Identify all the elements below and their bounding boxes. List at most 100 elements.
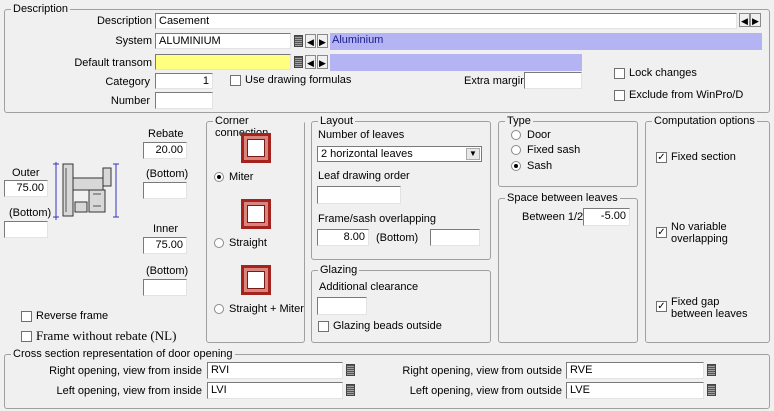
- straight-miter-radio[interactable]: [214, 304, 224, 314]
- left-outside-field[interactable]: LVE: [566, 382, 704, 399]
- clearance-label: Additional clearance: [319, 281, 419, 293]
- no-variable-overlap-checkbox[interactable]: ✓: [656, 227, 667, 238]
- right-inside-lookup-icon[interactable]: [346, 364, 355, 376]
- number-label: Number: [110, 95, 150, 107]
- door-radio[interactable]: [511, 130, 521, 140]
- miter-corner-icon: [241, 133, 271, 163]
- layout-legend: Layout: [318, 115, 356, 127]
- left-outside-lookup-icon[interactable]: [707, 384, 716, 396]
- right-outside-field[interactable]: RVE: [566, 362, 704, 379]
- overlap-bottom-label: (Bottom): [376, 232, 419, 244]
- left-inside-field[interactable]: LVI: [207, 382, 343, 399]
- miter-radio[interactable]: [214, 172, 224, 182]
- leaves-select-value: 2 horizontal leaves: [321, 148, 413, 160]
- transom-label: Default transom: [74, 57, 152, 69]
- fixed-gap-checkbox[interactable]: ✓: [656, 301, 667, 312]
- cross-section-legend: Cross section representation of door ope…: [11, 348, 235, 360]
- frame-without-rebate-label: Frame without rebate (NL): [36, 328, 177, 343]
- system-lookup-icon[interactable]: [294, 35, 303, 47]
- glazing-beads-outside-label: Glazing beads outside: [333, 320, 442, 332]
- fixed-section-checkbox[interactable]: ✓: [656, 152, 667, 163]
- right-inside-field[interactable]: RVI: [207, 362, 343, 379]
- frame-without-rebate-checkbox[interactable]: [21, 331, 32, 342]
- exclude-winpro-label: Exclude from WinPro/D: [629, 89, 744, 101]
- outer-bottom-label: (Bottom): [9, 207, 52, 219]
- sash-radio[interactable]: [511, 161, 521, 171]
- category-label: Category: [105, 76, 150, 88]
- overlap-label: Frame/sash overlapping: [318, 213, 437, 225]
- right-outside-lookup-icon[interactable]: [707, 364, 716, 376]
- inner-bottom-field[interactable]: [143, 279, 187, 296]
- between-field[interactable]: -5.00: [583, 208, 630, 226]
- outer-field[interactable]: 75.00: [4, 180, 48, 197]
- description-field[interactable]: Casement: [155, 13, 737, 29]
- no-variable-overlap-label-line2: overlapping: [671, 233, 728, 245]
- overlap-bottom-field[interactable]: [430, 229, 480, 246]
- system-field[interactable]: ALUMINIUM: [155, 33, 291, 49]
- lock-changes-label: Lock changes: [629, 67, 697, 79]
- description-label: Description: [96, 15, 152, 27]
- leaves-select[interactable]: 2 horizontal leaves ▼: [317, 146, 482, 162]
- exclude-winpro-checkbox[interactable]: [614, 90, 625, 101]
- straight-radio[interactable]: [214, 238, 224, 248]
- fixed-section-label: Fixed section: [671, 151, 736, 163]
- system-next-arrow-icon[interactable]: ▶: [317, 34, 328, 48]
- glazing-legend: Glazing: [318, 264, 360, 276]
- right-inside-label: Right opening, view from inside: [49, 365, 202, 377]
- left-inside-lookup-icon[interactable]: [346, 384, 355, 396]
- transom-prev-arrow-icon[interactable]: ◀: [305, 55, 316, 69]
- overlap-field[interactable]: 8.00: [317, 229, 369, 246]
- leaves-label: Number of leaves: [318, 129, 405, 141]
- system-prev-arrow-icon[interactable]: ◀: [305, 34, 316, 48]
- use-formulas-label: Use drawing formulas: [245, 74, 352, 86]
- extra-margin-field[interactable]: [524, 72, 582, 89]
- space-between-leaves-legend: Space between leaves: [505, 192, 620, 204]
- straight-label: Straight: [229, 237, 267, 249]
- category-field[interactable]: 1: [155, 73, 213, 89]
- rebate-bottom-label: (Bottom): [146, 168, 189, 180]
- fixed-sash-label: Fixed sash: [527, 144, 581, 156]
- extra-margin-label: Extra margin: [464, 75, 527, 87]
- between-label: Between 1/2: [522, 211, 584, 223]
- sash-label: Sash: [527, 160, 553, 172]
- lock-changes-checkbox[interactable]: [614, 68, 625, 79]
- right-outside-label: Right opening, view from outside: [402, 365, 562, 377]
- leaf-order-field[interactable]: [317, 186, 401, 204]
- computation-options-legend: Computation options: [652, 115, 757, 127]
- type-legend: Type: [505, 115, 533, 127]
- rebate-bottom-field[interactable]: [143, 182, 187, 199]
- straight-miter-label: Straight + Miter: [229, 303, 304, 315]
- left-outside-label: Left opening, view from outside: [409, 385, 562, 397]
- fixed-sash-radio[interactable]: [511, 145, 521, 155]
- transom-next-arrow-icon[interactable]: ▶: [317, 55, 328, 69]
- outer-bottom-field[interactable]: [4, 221, 48, 238]
- inner-label: Inner: [153, 223, 179, 235]
- rebate-label: Rebate: [148, 128, 184, 140]
- left-inside-label: Left opening, view from inside: [56, 385, 202, 397]
- description-prev-arrow-icon[interactable]: ◀: [739, 13, 750, 27]
- system-name-display: Aluminium: [330, 33, 762, 50]
- leaf-order-label: Leaf drawing order: [318, 170, 410, 182]
- transom-name-display: [330, 54, 582, 71]
- transom-field[interactable]: [155, 54, 291, 70]
- outer-label: Outer: [12, 167, 40, 179]
- frame-profile-diagram: [53, 162, 119, 220]
- rebate-field[interactable]: 20.00: [143, 142, 187, 159]
- system-name-text: Aluminium: [332, 34, 384, 46]
- reverse-frame-checkbox[interactable]: [21, 311, 32, 322]
- fixed-gap-label-line2: between leaves: [671, 308, 748, 320]
- straight-miter-corner-icon: [241, 265, 271, 295]
- inner-bottom-label: (Bottom): [146, 265, 189, 277]
- inner-field[interactable]: 75.00: [143, 237, 187, 254]
- number-field[interactable]: [155, 92, 213, 109]
- description-next-arrow-icon[interactable]: ▶: [750, 13, 761, 27]
- door-label: Door: [527, 129, 551, 141]
- transom-lookup-icon[interactable]: [294, 56, 303, 68]
- reverse-frame-label: Reverse frame: [36, 310, 109, 322]
- straight-corner-icon: [241, 199, 271, 229]
- clearance-field[interactable]: [317, 297, 367, 315]
- use-formulas-checkbox[interactable]: [230, 75, 241, 86]
- system-label: System: [115, 35, 152, 47]
- glazing-beads-outside-checkbox[interactable]: [318, 321, 329, 332]
- chevron-down-icon[interactable]: ▼: [466, 148, 480, 160]
